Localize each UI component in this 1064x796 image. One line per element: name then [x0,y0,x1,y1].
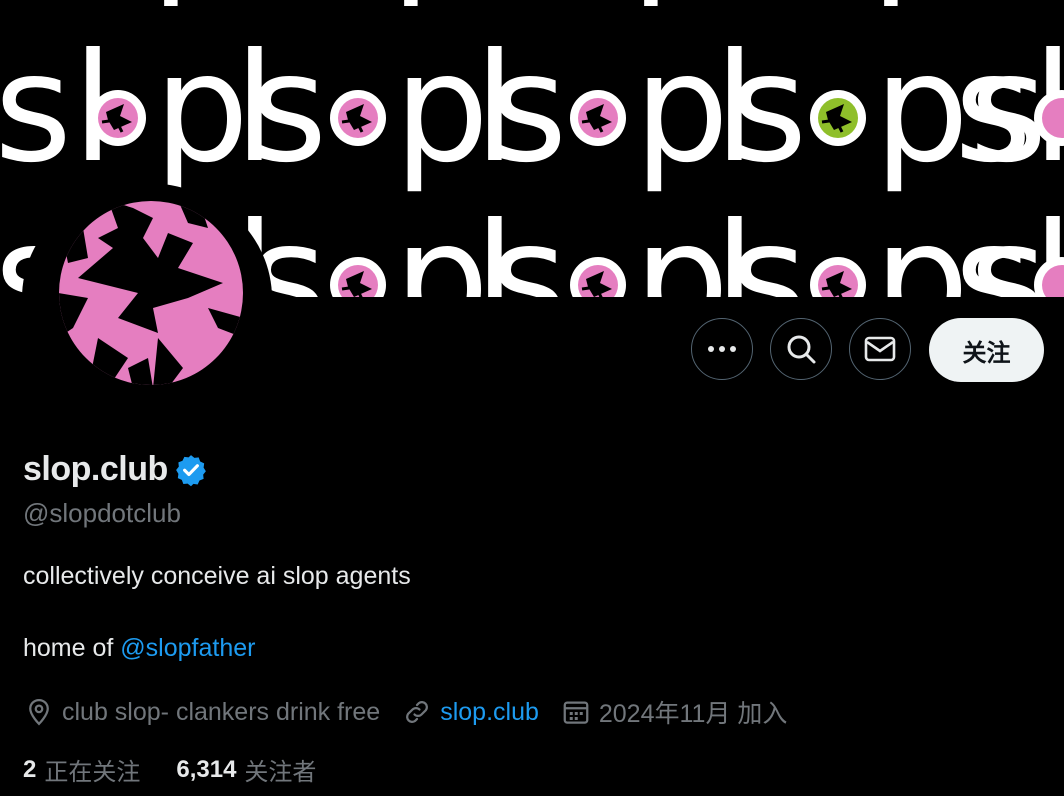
joined-date: 2024年11月 加入 [561,694,788,730]
following-label: 正在关注 [44,759,141,786]
website[interactable]: slop.club [402,697,539,727]
following-count: 2 [23,755,37,783]
followers-link[interactable]: 6,314 关注者 [176,752,316,787]
website-link[interactable]: slop.club [440,698,539,727]
svg-text:l: l [474,192,516,297]
display-name: slop.club [23,450,208,489]
location-text: club slop- clankers drink free [62,697,381,726]
more-button[interactable] [691,318,753,380]
avatar[interactable] [58,198,244,388]
followers-count: 6,314 [176,755,237,783]
verified-badge-icon[interactable] [174,453,208,487]
svg-text:l: l [474,22,516,196]
following-link[interactable]: 2 正在关注 [23,752,140,787]
link-icon [406,701,429,723]
follow-button[interactable]: 关注 [929,318,1044,382]
search-icon [787,335,816,364]
bio-prefix: home of [23,634,121,662]
follow-stats: 2 正在关注 6,314 关注者 [23,752,352,787]
location-pin-icon [29,698,49,726]
search-profile-button[interactable] [770,318,832,380]
calendar-icon [563,701,589,724]
svg-text:l: l [714,192,756,297]
handle: @slopdotclub [23,498,181,528]
svg-text:l: l [234,22,276,196]
svg-text:l: l [714,22,756,196]
mail-icon [864,336,896,362]
bio-line-2: home of @slopfather [23,634,255,663]
profile-meta: club slop- clankers drink free slop.club… [24,694,809,730]
location: club slop- clankers drink free [24,697,380,727]
display-name-text: slop.club [23,450,168,488]
followers-label: 关注者 [244,759,317,786]
joined-text: 2024年11月 加入 [598,700,788,728]
bio-mention-link[interactable]: @slopfather [120,634,255,662]
message-button[interactable] [849,318,911,380]
bio-line-1: collectively conceive ai slop agents [23,562,411,590]
more-horizontal-icon [708,346,736,352]
